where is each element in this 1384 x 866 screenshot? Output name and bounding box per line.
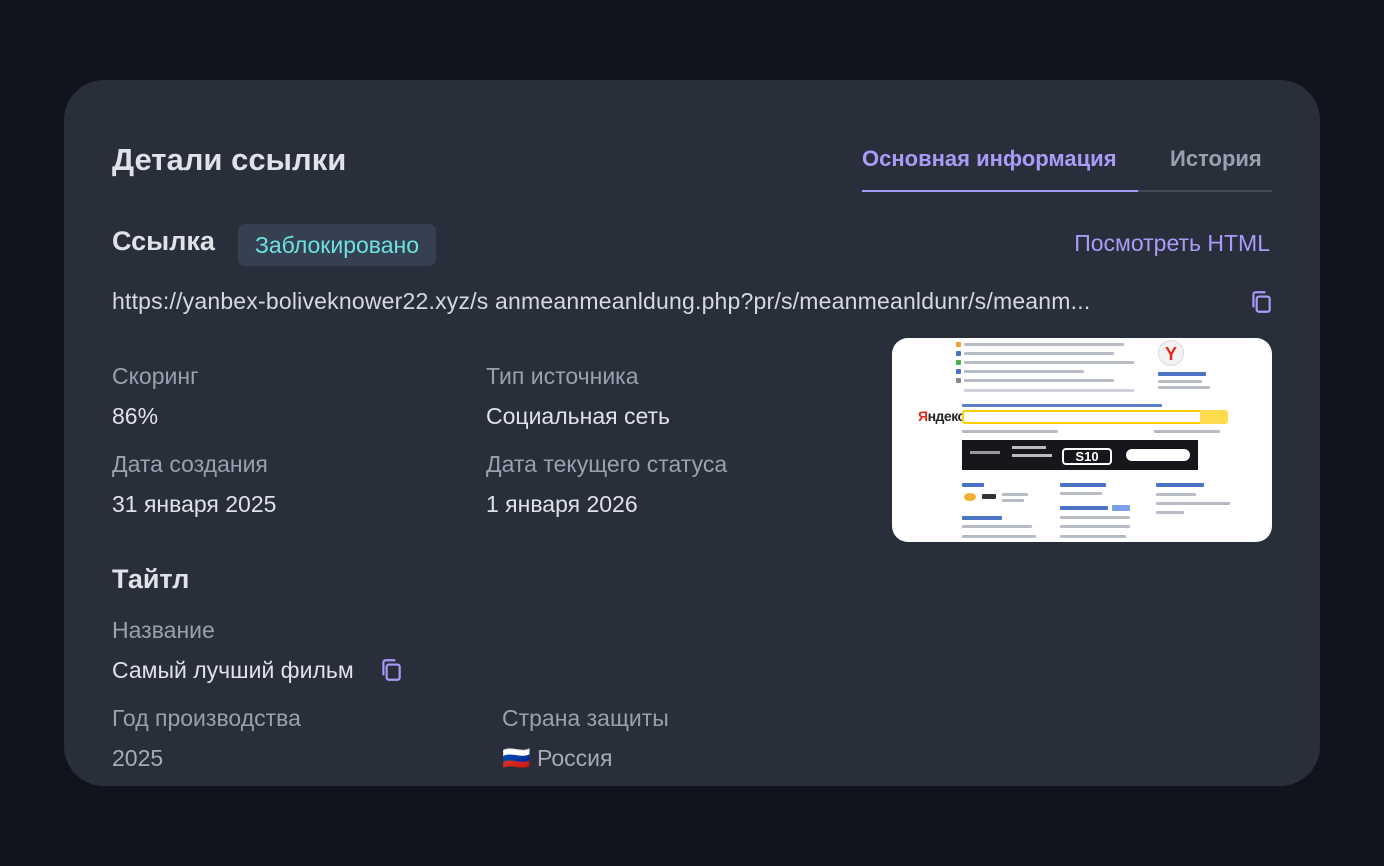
page-title: Детали ссылки [112,142,347,177]
name-label: Название [112,617,215,643]
yandex-y-icon: Y [1158,340,1184,366]
page-preview-thumbnail[interactable]: Y Яндекс S10 [892,338,1272,542]
copy-name-button[interactable] [378,657,404,683]
copy-icon [1252,291,1271,313]
copy-url-button[interactable] [1248,289,1274,315]
year-label: Год производства [112,705,301,731]
title-section-title: Тайтл [112,564,190,594]
created-date-label: Дата создания [112,451,268,477]
country-label: Страна защиты [502,705,669,731]
name-value: Самый лучший фильм [112,657,354,683]
tabs: Основная информация История [862,140,1272,192]
source-type-value: Социальная сеть [486,403,670,429]
country-name: Россия [537,745,613,771]
status-date-value: 1 января 2026 [486,491,638,517]
link-details-card: Детали ссылки Основная информация Истори… [64,80,1320,786]
russia-flag-icon: 🇷🇺 [502,745,531,771]
scoring-value: 86% [112,403,159,429]
country-value: 🇷🇺 Россия [502,745,612,772]
preview-ad-banner: S10 [962,440,1198,470]
link-section-title: Ссылка [112,226,215,256]
preview-find-button [1200,410,1228,424]
tab-history[interactable]: История [1170,146,1262,172]
status-date-label: Дата текущего статуса [486,451,728,477]
tab-main-info[interactable]: Основная информация [862,146,1138,192]
view-html-link[interactable]: Посмотреть HTML [1074,230,1270,257]
yandex-logo: Яндекс [918,408,965,424]
created-date-value: 31 января 2025 [112,491,277,517]
source-type-label: Тип источника [486,363,639,389]
link-url: https://yanbex-boliveknower22.xyz/s anme… [112,288,1091,314]
scoring-label: Скоринг [112,363,199,389]
preview-search-box [962,410,1226,424]
status-badge: Заблокировано [238,224,437,266]
year-value: 2025 [112,745,164,771]
copy-icon [382,659,401,681]
